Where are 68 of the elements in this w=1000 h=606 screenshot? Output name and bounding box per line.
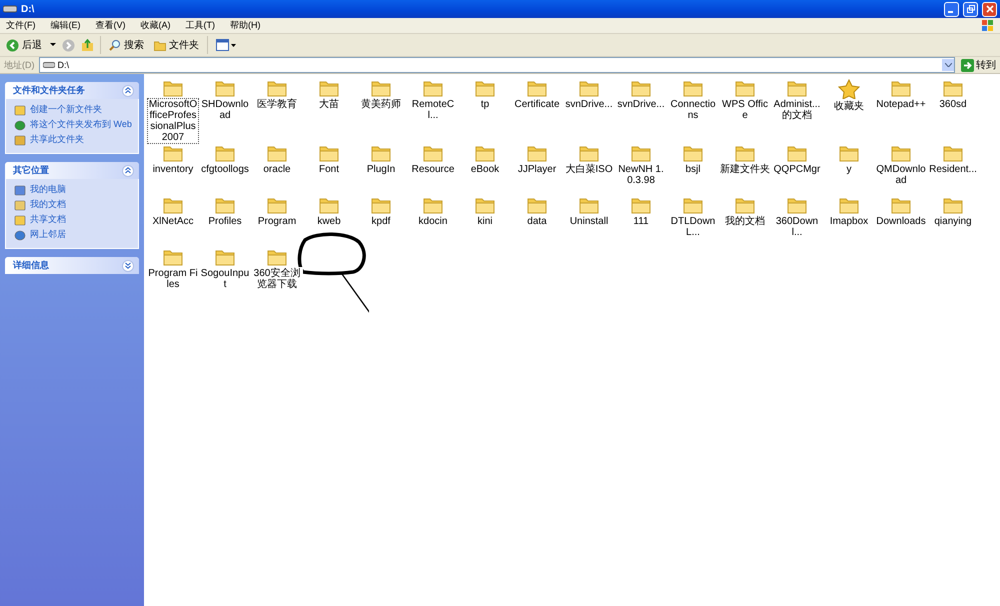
close-button[interactable] [982,2,997,16]
double-chevron-down-icon [125,262,131,269]
dropdown-button[interactable] [942,59,954,71]
double-chevron-up-icon [125,167,131,174]
file-name[interactable]: MicrosoftOfficeProfessionalPlus2007 [147,98,199,144]
up-folder-icon[interactable] [81,38,94,52]
views-icon [216,39,236,51]
menu-item[interactable]: 收藏(A) [140,19,170,32]
task-link[interactable]: 将这个文件夹发布到 Web [30,119,132,130]
menu-item[interactable]: 查看(V) [96,19,126,32]
window-title: D:\ [21,4,36,14]
file-name[interactable]: qianying [933,215,973,228]
file-name[interactable]: tp [480,98,490,111]
menu-item[interactable]: 帮助(H) [230,19,260,32]
folders-button[interactable]: 文件夹 [152,37,201,53]
task-link[interactable]: 我的文档 [30,199,66,210]
task-link[interactable]: 共享文档 [30,214,66,225]
file-name[interactable]: 360安全浏览器下载 [251,267,303,291]
search-button[interactable]: 搜索 [107,37,146,53]
file-name[interactable]: 新建文件夹 [719,163,771,176]
arrow-icon [961,58,974,72]
expand-button[interactable] [122,260,134,272]
task-link[interactable]: 网上邻居 [30,229,66,240]
back-button[interactable]: 后退 [4,37,44,53]
task-link[interactable]: 我的电脑 [30,184,66,195]
close-icon [986,5,994,13]
file-name[interactable]: Program [256,215,298,228]
panel-title: 详细信息 [13,259,50,272]
drive-icon [42,62,54,68]
menu-item[interactable]: 工具(T) [186,19,215,32]
file-name[interactable]: cfgtoollogs [200,163,250,176]
file-name[interactable]: 我的文档 [724,215,766,228]
minimize-button[interactable] [944,2,959,16]
task-link[interactable]: 创建一个新文件夹 [30,104,102,115]
views-button[interactable] [214,38,238,52]
menu-item[interactable]: 文件(F) [6,19,36,32]
restore-icon [966,5,974,13]
file-name[interactable]: 收藏夹 [833,100,865,113]
star-icon [838,79,860,99]
panel-title: 其它位置 [13,164,50,177]
chevron-down-icon [944,63,952,67]
go-button[interactable]: 转到 [959,58,998,72]
task-link[interactable]: 共享此文件夹 [30,134,84,145]
file-name[interactable]: 医学教育 [256,98,298,111]
menu-item[interactable]: 编辑(E) [50,19,80,32]
panel-title: 文件和文件夹任务 [13,84,86,97]
address-field[interactable]: D:\ [38,57,955,73]
dropdown-caret-icon[interactable] [50,43,56,47]
file-name[interactable]: kpdf [370,215,392,228]
file-name[interactable]: QQPCMgr [772,163,822,176]
search-icon [109,39,121,51]
address-label: 地址(D) [4,58,34,72]
drive-icon [3,5,17,13]
file-name[interactable]: 大苗 [318,98,340,111]
double-chevron-up-icon [125,87,131,94]
file-name[interactable]: JJPlayer [516,163,558,176]
file-name[interactable]: bsjl [684,163,702,176]
windows-logo-icon [982,20,994,32]
file-name[interactable]: 大白菜ISO [564,163,614,176]
file-name[interactable]: inventory [152,163,194,176]
file-name[interactable]: Notepad++ [875,98,927,111]
file-name[interactable]: 黄美药师 [360,98,402,111]
restore-button[interactable] [963,2,978,16]
collapse-button[interactable] [122,164,134,176]
file-name[interactable]: Imapbox [828,215,870,228]
collapse-button[interactable] [122,84,134,96]
address-value: D:\ [58,60,70,70]
file-name[interactable]: PlugIn [366,163,396,176]
